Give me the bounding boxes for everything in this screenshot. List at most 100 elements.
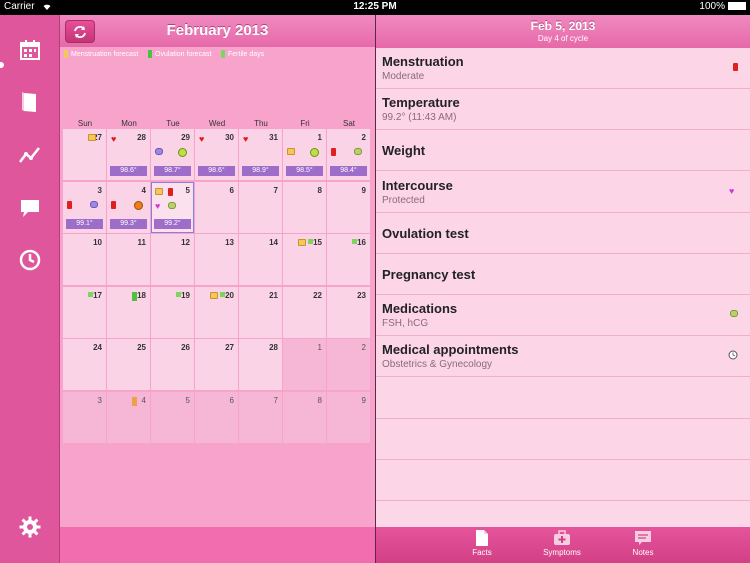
temperature-badge: 99.1° xyxy=(66,218,103,229)
calendar-day[interactable]: 1 98.5° xyxy=(283,129,326,180)
charts-button[interactable] xyxy=(16,141,44,169)
legend-swatch-ovulation xyxy=(148,50,152,58)
day-number: 5 xyxy=(185,395,190,405)
calendar-day[interactable]: 13 xyxy=(195,234,238,285)
fact-title: Medical appointments xyxy=(382,342,519,358)
day-number: 7 xyxy=(273,395,278,405)
day-number: 28 xyxy=(269,343,278,352)
calendar-day[interactable]: 27 xyxy=(195,339,238,390)
calendar-day[interactable]: 9 xyxy=(327,181,370,233)
calendar-day[interactable]: 20 xyxy=(195,286,238,338)
fact-row-intercourse[interactable]: Intercourse Protected ♥ xyxy=(376,171,750,213)
day-number: 10 xyxy=(93,238,102,247)
heart-icon: ♥ xyxy=(199,134,205,144)
calendar-day[interactable]: 6 xyxy=(195,391,238,443)
calendar-day[interactable]: 25 xyxy=(107,339,150,390)
day-number: 28 xyxy=(137,133,146,142)
legend-fertile: Fertile days xyxy=(221,50,264,58)
day-number: 29 xyxy=(181,133,190,142)
day-number: 9 xyxy=(361,395,366,405)
calendar-day[interactable]: 11 xyxy=(107,234,150,285)
calendar-day[interactable]: 2 98.4° xyxy=(327,129,370,180)
calendar-day[interactable]: 23 xyxy=(327,286,370,338)
fact-row-medical-appointments[interactable]: Medical appointments Obstetrics & Gynecol… xyxy=(376,336,750,378)
legend-menstruation: Menstruation forecast xyxy=(64,50,138,58)
calendar-day[interactable]: 26 xyxy=(151,339,194,390)
calendar-day[interactable]: 22 xyxy=(283,286,326,338)
menstruation-drop-icon xyxy=(111,200,116,209)
fertile-marker-icon xyxy=(308,239,313,244)
fact-row-temperature[interactable]: Temperature 99.2° (11:43 AM) xyxy=(376,89,750,131)
day-number: 1 xyxy=(317,343,322,352)
settings-button[interactable] xyxy=(16,513,44,541)
day-number: 8 xyxy=(317,185,322,195)
reminders-button[interactable] xyxy=(16,246,44,274)
notes-button[interactable] xyxy=(16,194,44,222)
journal-button[interactable] xyxy=(16,88,44,116)
calendar-day[interactable]: 7 xyxy=(239,181,282,233)
calendar-day[interactable]: 4 99.3° xyxy=(107,181,150,233)
fact-row-medications[interactable]: Medications FSH, hCG xyxy=(376,295,750,337)
calendar-day[interactable]: 28 xyxy=(239,339,282,390)
calendar-day[interactable]: 19 xyxy=(151,286,194,338)
tab-bar: Facts Symptoms Notes xyxy=(376,527,750,563)
fact-row-menstruation[interactable]: Menstruation Moderate xyxy=(376,48,750,89)
calendar-day[interactable]: 15 xyxy=(283,234,326,285)
calendar-day[interactable]: 30 ♥ 98.6° xyxy=(195,129,238,180)
calendar-day[interactable]: 14 xyxy=(239,234,282,285)
fact-row-ovulation-test[interactable]: Ovulation test xyxy=(376,212,750,254)
medication-pill-icon xyxy=(168,201,176,209)
day-number: 26 xyxy=(181,343,190,352)
day-number: 21 xyxy=(269,290,278,300)
pad-icon xyxy=(210,291,218,299)
calendar-day-selected[interactable]: 5 ♥ 99.2° xyxy=(151,181,194,233)
ovulation-marker-icon xyxy=(132,291,137,301)
calendar-day[interactable]: 2 xyxy=(327,339,370,390)
calendar-panel: February 2013 Menstruation forecast Ovul… xyxy=(60,15,375,563)
day-number: 5 xyxy=(185,185,190,195)
legend-label: Fertile days xyxy=(228,50,265,58)
calendar-button[interactable] xyxy=(16,36,44,64)
fact-row-pregnancy-test[interactable]: Pregnancy test xyxy=(376,254,750,295)
gear-icon xyxy=(19,516,41,538)
clock-time: 12:25 PM xyxy=(353,1,397,12)
calendar-day[interactable]: 21 xyxy=(239,286,282,338)
legend-ovulation: Ovulation forecast xyxy=(148,50,211,58)
calendar-day[interactable]: 10 xyxy=(63,234,106,285)
calendar-day[interactable]: 5 xyxy=(151,391,194,443)
weekday-label: Tue xyxy=(166,119,180,128)
menstruation-drop-icon xyxy=(331,148,336,156)
calendar-day[interactable]: 27 xyxy=(63,129,106,180)
calendar-day[interactable]: 8 xyxy=(283,391,326,443)
calendar-day[interactable]: 18 xyxy=(107,286,150,338)
calendar-day[interactable]: 24 xyxy=(63,339,106,390)
calendar-day[interactable]: 29 98.7° xyxy=(151,129,194,180)
month-title: February 2013 xyxy=(166,22,269,39)
calendar-day[interactable]: 1 xyxy=(283,339,326,390)
calendar-day[interactable]: 3 99.1° xyxy=(63,181,106,233)
intercourse-heart-icon: ♥ xyxy=(729,185,735,196)
calendar-day[interactable]: 7 xyxy=(239,391,282,443)
fact-value: Moderate xyxy=(382,71,425,82)
day-number: 22 xyxy=(313,290,322,300)
calendar-day[interactable]: 28 ♥ 98.6° xyxy=(107,129,150,180)
tab-notes[interactable]: Notes xyxy=(608,530,678,557)
calendar-day[interactable]: 4 xyxy=(107,391,150,443)
tab-facts[interactable]: Facts xyxy=(447,530,517,557)
calendar-day[interactable]: 3 xyxy=(63,391,106,443)
calendar-day[interactable]: 31 ♥ 98.9° xyxy=(239,129,282,180)
calendar-day[interactable]: 9 xyxy=(327,391,370,443)
clock-icon xyxy=(19,249,41,271)
fact-row-weight[interactable]: Weight xyxy=(376,130,750,172)
calendar-day[interactable]: 17 xyxy=(63,286,106,338)
day-number: 3 xyxy=(97,395,102,405)
calendar-day[interactable]: 16 xyxy=(327,234,370,285)
calendar-day[interactable]: 8 xyxy=(283,181,326,233)
calendar-day[interactable]: 12 xyxy=(151,234,194,285)
calendar-bottom-bar xyxy=(60,527,375,563)
calendar-day[interactable]: 6 xyxy=(195,181,238,233)
tab-symptoms[interactable]: Symptoms xyxy=(527,530,597,557)
weekday-header: Sun Mon Tue Wed Thu Fri Sat xyxy=(63,117,371,129)
temperature-badge: 98.7° xyxy=(154,166,191,176)
mood-smile-icon xyxy=(310,148,319,157)
